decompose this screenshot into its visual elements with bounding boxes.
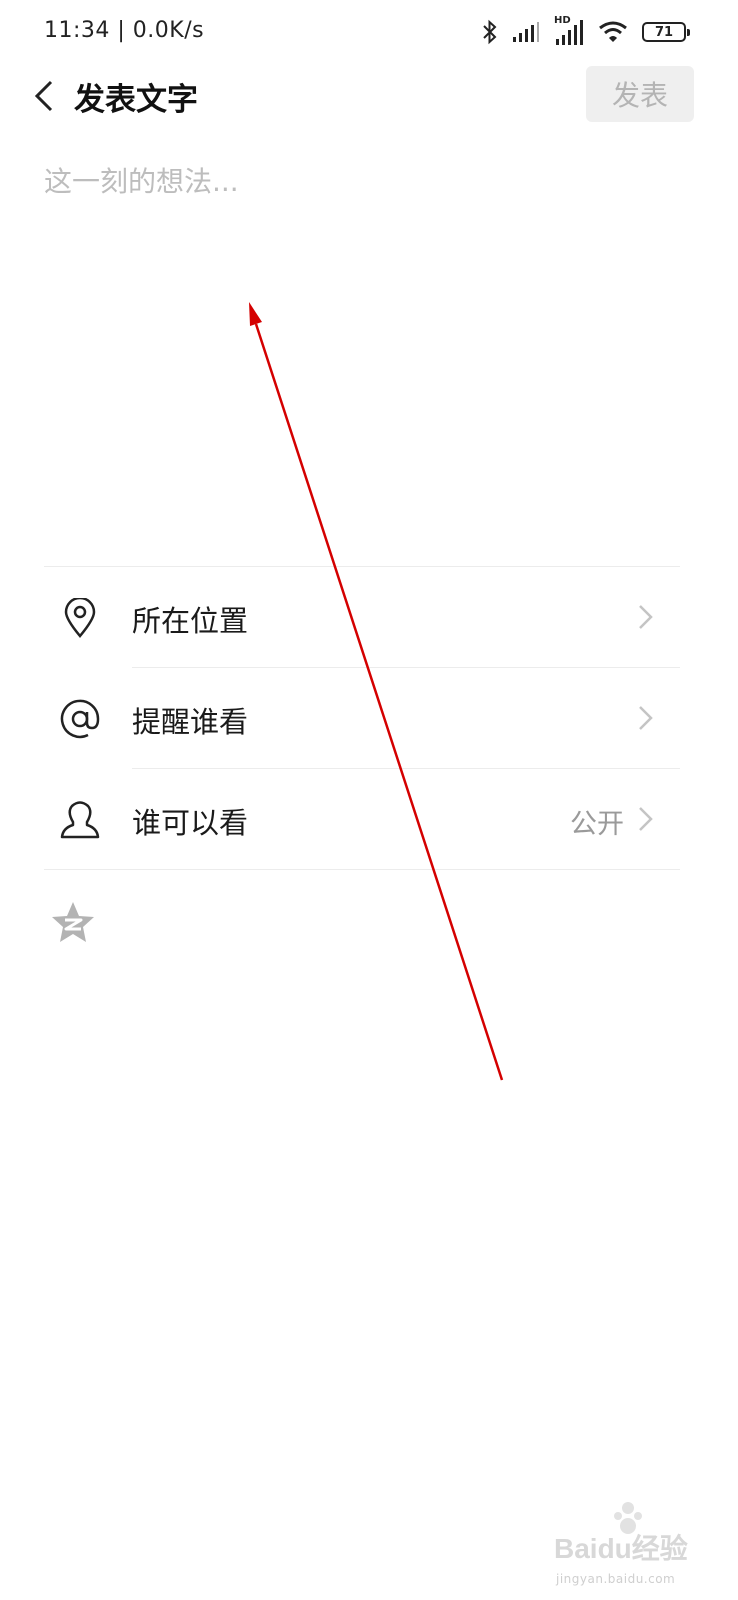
post-button[interactable]: 发表 (586, 66, 694, 122)
chevron-left-icon (34, 80, 53, 112)
mention-row[interactable]: 提醒谁看 (0, 667, 738, 768)
visibility-label: 谁可以看 (132, 806, 249, 840)
visibility-value: 公开 (570, 809, 624, 840)
status-icons: HD 71 (482, 14, 690, 50)
signal-icon (512, 21, 540, 43)
watermark-url: jingyan.baidu.com (556, 1572, 676, 1586)
watermark-logo: Baidu经验 (554, 1502, 688, 1564)
chevron-right-icon (639, 605, 653, 629)
hd-signal-icon: HD (554, 15, 584, 47)
wifi-icon (598, 20, 628, 44)
compose-input[interactable] (44, 160, 694, 540)
location-pin-icon (58, 596, 102, 640)
mention-label: 提醒谁看 (132, 705, 249, 739)
top-bar: 发表文字 发表 (0, 64, 738, 126)
at-sign-icon (58, 697, 102, 741)
divider (44, 869, 680, 870)
location-label: 所在位置 (132, 604, 249, 638)
person-icon (58, 798, 102, 842)
visibility-row[interactable]: 谁可以看 公开 (0, 768, 738, 869)
battery-icon: 71 (642, 22, 690, 42)
status-bar: 11:34 | 0.0K/s HD 71 (0, 0, 738, 64)
chevron-right-icon (639, 706, 653, 730)
status-time-speed: 11:34 | 0.0K/s (44, 18, 205, 43)
chevron-right-icon (639, 807, 653, 831)
bluetooth-icon (482, 19, 498, 45)
qzone-sync-button[interactable] (50, 900, 96, 946)
location-row[interactable]: 所在位置 (0, 566, 738, 667)
page-title: 发表文字 (74, 82, 198, 118)
qzone-star-icon (52, 902, 94, 942)
watermark-text: Baidu经验 (554, 1532, 688, 1564)
back-button[interactable] (24, 76, 64, 116)
